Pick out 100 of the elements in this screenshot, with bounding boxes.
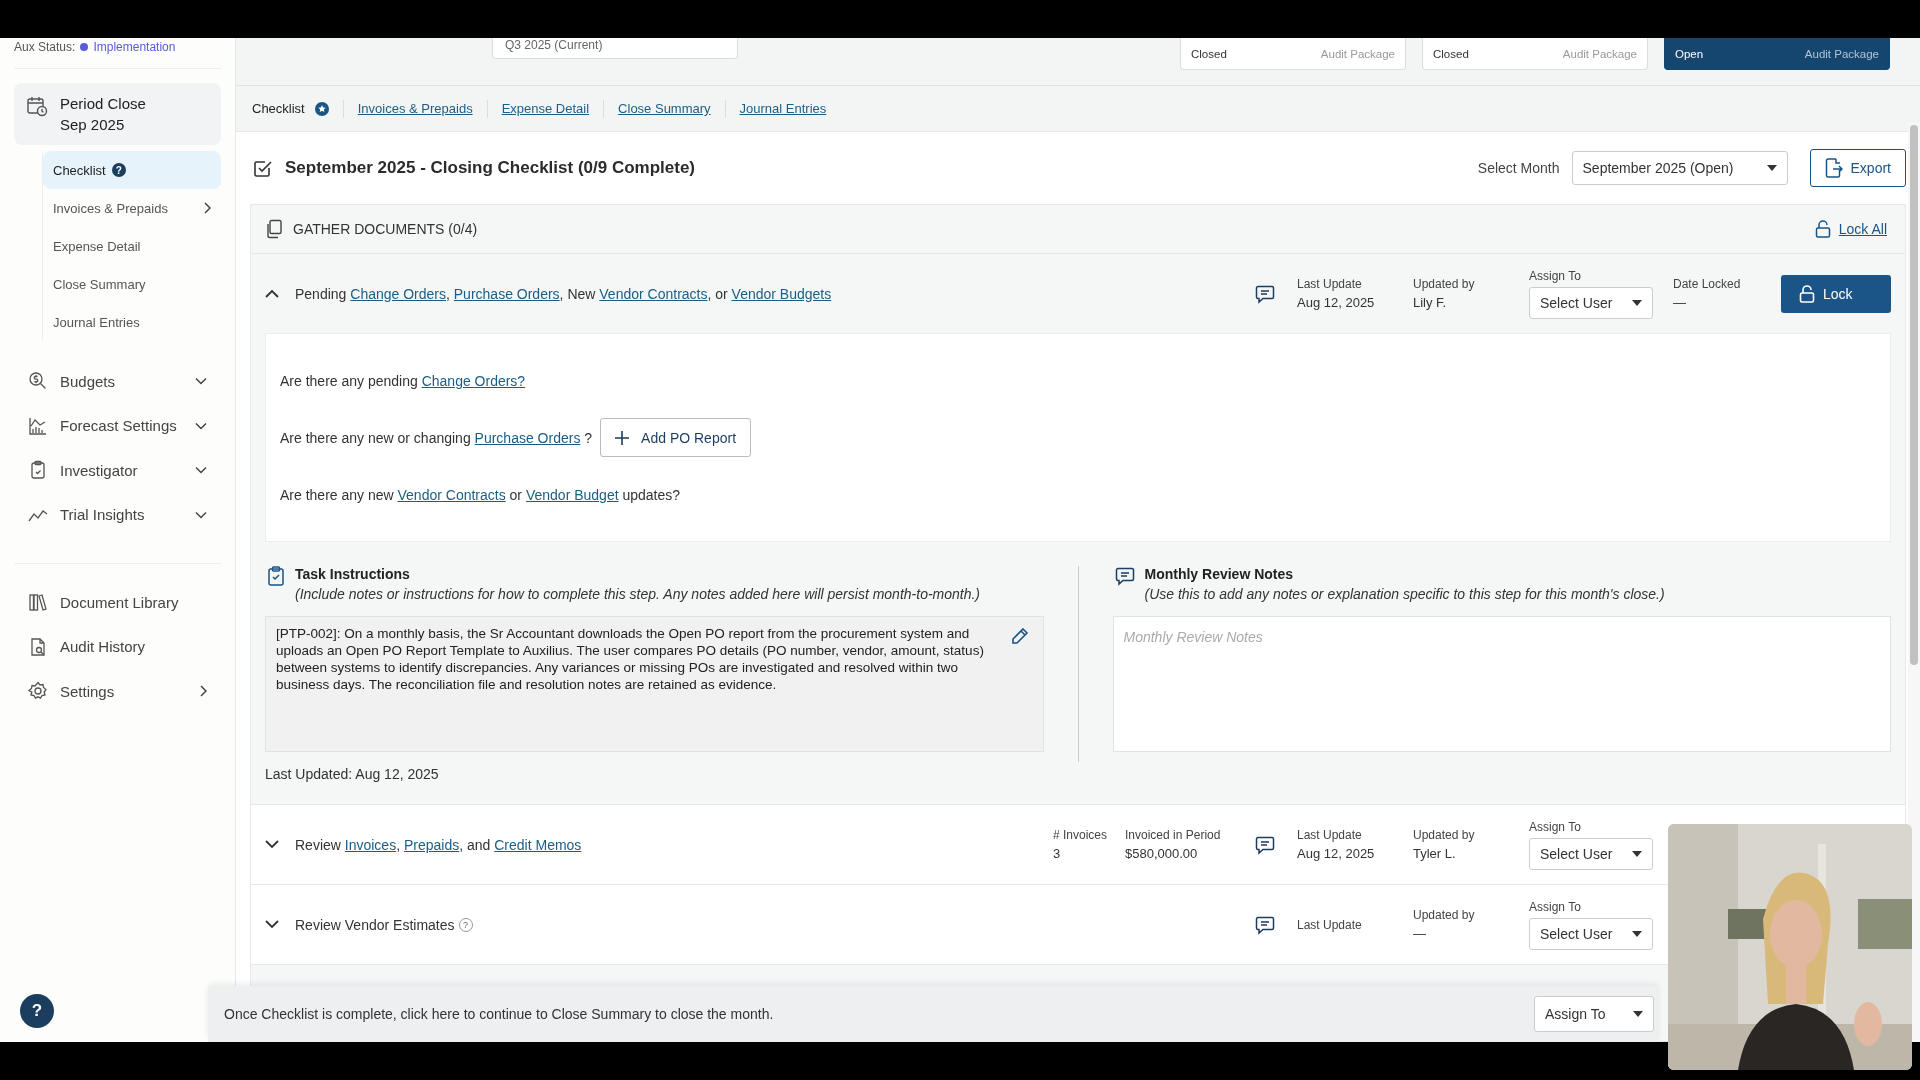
- user-select[interactable]: Select User: [1529, 286, 1653, 319]
- select-month-label: Select Month: [1477, 160, 1560, 176]
- assign-to-label: Assign To: [1529, 899, 1582, 914]
- clipboard-icon: [28, 460, 48, 481]
- link[interactable]: Vendor Budget: [525, 486, 619, 503]
- sidebar-item[interactable]: Forecast Settings: [14, 403, 221, 448]
- chevron-up-icon[interactable]: [265, 289, 279, 298]
- metric-value: $580,000.00: [1125, 846, 1199, 861]
- updated-by-label: Updated by: [1413, 277, 1476, 291]
- page-title: September 2025 - Closing Checklist (0/9 Complete): [285, 158, 695, 178]
- lock-all-link[interactable]: Lock All: [1814, 220, 1887, 238]
- clipboard-check-icon: [267, 566, 285, 586]
- updated-by-value: Tyler L.: [1413, 846, 1457, 861]
- last-update-label: Last Update: [1297, 917, 1363, 932]
- export-button[interactable]: Export: [1809, 149, 1906, 187]
- period-card[interactable]: Closed Audit Package: [1180, 38, 1406, 70]
- task-instructions-hint: (Include notes or instructions for how to complete this step. Any notes added here will persist month-to-month.): [295, 586, 981, 602]
- last-updated-text: Last Updated: Aug 12, 2025: [265, 766, 440, 782]
- settings-icon: [28, 681, 48, 702]
- sidebar-item[interactable]: Audit History: [14, 624, 221, 669]
- link[interactable]: Purchase Orders: [453, 285, 560, 302]
- user-select[interactable]: Select User: [1529, 837, 1653, 870]
- help-badge: ?: [111, 163, 126, 177]
- tab[interactable]: Invoices & Prepaids: [357, 101, 473, 116]
- plus-icon: [615, 430, 630, 445]
- sidebar-item[interactable]: Document Library: [14, 580, 221, 625]
- sidebar-subitem[interactable]: Checklist ?: [43, 151, 221, 189]
- period-status: Closed: [1433, 47, 1469, 60]
- link[interactable]: Change Orders: [350, 285, 446, 302]
- footer-banner[interactable]: Once Checklist is complete, click here to continue to Close Summary to close the month. Assign To: [208, 986, 1658, 1042]
- row-title-text: Pending: [295, 285, 348, 302]
- last-update-label: Last Update: [1297, 828, 1363, 842]
- link[interactable]: Credit Memos: [494, 836, 582, 853]
- row-title-text: Review: [295, 836, 342, 853]
- sidebar-item[interactable]: Investigator: [14, 448, 221, 493]
- comment-icon[interactable]: [1255, 283, 1275, 304]
- sidebar-item[interactable]: Budgets: [14, 359, 221, 404]
- period-close-month: Sep 2025: [60, 116, 126, 133]
- review-notes-hint: (Use this to add any notes or explanation specific to this step for this month's close.): [1144, 586, 1665, 602]
- audit-package-link[interactable]: Audit Package: [1804, 47, 1879, 60]
- period-card[interactable]: Closed Audit Package: [1422, 38, 1648, 70]
- date-locked-label: Date Locked: [1673, 277, 1742, 291]
- tab[interactable]: Expense Detail: [501, 101, 590, 116]
- chevron-down-icon[interactable]: [265, 840, 279, 849]
- updated-by-label: Updated by: [1413, 828, 1476, 842]
- document-search-icon: [28, 636, 48, 657]
- chevron-right-icon: [199, 685, 207, 698]
- chevron-down-icon: [195, 377, 207, 386]
- lock-button[interactable]: Lock: [1781, 274, 1891, 313]
- link[interactable]: Change Orders?: [421, 372, 526, 389]
- star-badge-icon: [314, 101, 329, 116]
- chevron-down-icon[interactable]: [265, 920, 279, 929]
- question-text: Are there any pending Change Orders?: [280, 372, 526, 389]
- chevron-right-icon: [203, 202, 211, 214]
- question-text: Are there any new Vendor Contracts or Vendor Budget updates?: [280, 486, 681, 503]
- pencil-icon[interactable]: [1010, 627, 1029, 645]
- comment-icon[interactable]: [1255, 834, 1275, 855]
- scrollbar-thumb[interactable]: [1910, 125, 1918, 665]
- dropdown-caret-icon: [1632, 299, 1642, 306]
- tab[interactable]: Journal Entries: [739, 101, 827, 116]
- last-update-value: Aug 12, 2025: [1297, 295, 1376, 310]
- file-export-icon: [1824, 158, 1843, 178]
- link[interactable]: Purchase Orders: [474, 429, 581, 446]
- checkbox-icon: [253, 158, 273, 178]
- sidebar-item[interactable]: Settings: [14, 669, 221, 714]
- tab[interactable]: Checklist: [252, 101, 305, 116]
- date-locked-value: —: [1673, 295, 1687, 310]
- review-notes-field[interactable]: Monthly Review Notes: [1112, 616, 1891, 752]
- link[interactable]: Vendor Budgets: [731, 285, 832, 302]
- period-close-card[interactable]: Period Close Sep 2025: [14, 83, 221, 145]
- assign-to-label: Assign To: [1529, 819, 1582, 834]
- chevron-down-icon: [195, 466, 207, 475]
- period-status: Open: [1675, 47, 1704, 60]
- user-select[interactable]: Select User: [1529, 917, 1653, 950]
- comment-icon[interactable]: [1255, 914, 1275, 935]
- sidebar-subitem[interactable]: Close Summary: [43, 265, 221, 303]
- period-close-title: Period Close: [60, 95, 146, 112]
- row-title-text: ,: [446, 285, 451, 302]
- metric-value: 3: [1053, 846, 1062, 861]
- tab[interactable]: Close Summary: [618, 101, 711, 116]
- assign-select[interactable]: Assign To: [1534, 996, 1654, 1032]
- dropdown-caret-icon: [1633, 1011, 1643, 1017]
- task-instructions-title: Task Instructions: [295, 566, 411, 582]
- help-button[interactable]: ?: [20, 994, 54, 1028]
- link[interactable]: Vendor Contracts: [397, 486, 506, 503]
- sidebar-subitem[interactable]: Journal Entries: [43, 303, 221, 341]
- sidebar-subitem[interactable]: Expense Detail: [43, 227, 221, 265]
- updated-by-value: Lily F.: [1413, 295, 1448, 310]
- row-title-text: , and: [459, 836, 492, 853]
- sidebar-item[interactable]: Trial Insights: [14, 492, 221, 537]
- chevron-down-icon: [195, 510, 207, 519]
- question-text: Are there any new or changing Purchase Orders ?: [280, 429, 593, 446]
- period-card[interactable]: Open Audit Package: [1664, 38, 1890, 70]
- quarter-select[interactable]: Q3 2025 (Current): [492, 38, 738, 59]
- lock-icon: [1799, 284, 1815, 303]
- documents-icon: [265, 219, 283, 239]
- add-po-report-button[interactable]: Add PO Report: [600, 418, 752, 457]
- row-title-text: Review Vendor Estimates: [295, 916, 455, 933]
- sidebar-subitem[interactable]: Invoices & Prepaids: [43, 189, 221, 227]
- month-select[interactable]: September 2025 (Open): [1571, 151, 1788, 185]
